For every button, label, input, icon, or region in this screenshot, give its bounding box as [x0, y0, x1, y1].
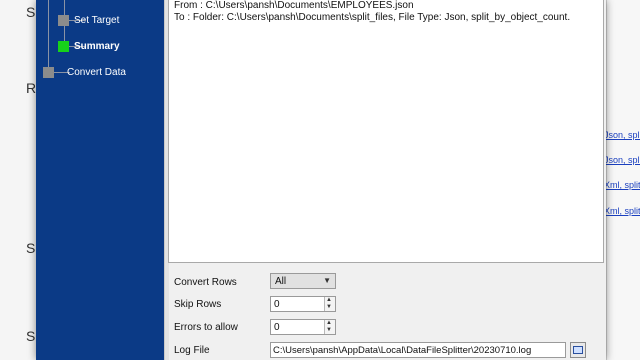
calendar-icon — [573, 346, 583, 354]
spin-up-icon[interactable]: ▲ — [326, 320, 332, 326]
background-label: R — [26, 80, 37, 96]
spin-buttons[interactable]: ▲ ▼ — [324, 297, 335, 311]
step-convert-data[interactable]: Convert Data — [67, 67, 126, 78]
step-summary[interactable]: Summary — [74, 41, 120, 52]
split-wizard-dialog: Set Target Summary Convert Data From : C… — [36, 0, 606, 360]
convert-rows-select[interactable]: All ▼ — [270, 273, 336, 289]
skip-rows-stepper[interactable]: 0 ▲ ▼ — [270, 296, 336, 312]
spin-down-icon[interactable]: ▼ — [326, 327, 332, 333]
step-set-target[interactable]: Set Target — [74, 15, 119, 26]
skip-rows-value: 0 — [274, 299, 280, 310]
background-label: S — [26, 240, 36, 256]
spin-buttons[interactable]: ▲ ▼ — [324, 320, 335, 334]
background-left-panel: S R S S — [0, 0, 37, 360]
convert-rows-label: Convert Rows — [174, 277, 237, 288]
summary-text-area[interactable]: From : C:\Users\pansh\Documents\EMPLOYEE… — [168, 0, 604, 263]
summary-to-line: To : Folder: C:\Users\pansh\Documents\sp… — [174, 12, 571, 23]
browse-log-file-button[interactable] — [570, 342, 586, 358]
step-status-icon — [58, 15, 69, 26]
background-label: S — [26, 328, 36, 344]
tree-connector — [48, 0, 49, 70]
errors-to-allow-label: Errors to allow — [174, 322, 238, 333]
background-file-link[interactable]: Xml, split — [604, 180, 640, 190]
step-status-icon — [58, 41, 69, 52]
errors-to-allow-value: 0 — [274, 322, 280, 333]
log-file-input[interactable]: C:\Users\pansh\AppData\Local\DataFileSpl… — [270, 342, 566, 358]
step-status-icon — [43, 67, 54, 78]
background-label: S — [26, 4, 36, 20]
spin-up-icon[interactable]: ▲ — [326, 297, 332, 303]
summary-from-line: From : C:\Users\pansh\Documents\EMPLOYEE… — [174, 0, 414, 11]
spin-down-icon[interactable]: ▼ — [326, 304, 332, 310]
wizard-steps-panel: Set Target Summary Convert Data — [36, 0, 164, 360]
log-file-value: C:\Users\pansh\AppData\Local\DataFileSpl… — [273, 345, 532, 356]
background-file-link[interactable]: Json, spli — [604, 130, 640, 140]
errors-to-allow-stepper[interactable]: 0 ▲ ▼ — [270, 319, 336, 335]
convert-rows-value: All — [275, 276, 287, 287]
skip-rows-label: Skip Rows — [174, 299, 222, 310]
chevron-down-icon: ▼ — [323, 276, 331, 285]
background-file-link[interactable]: Xml, split — [604, 206, 640, 216]
log-file-label: Log File — [174, 345, 210, 356]
background-file-link[interactable]: Json, spli — [604, 155, 640, 165]
